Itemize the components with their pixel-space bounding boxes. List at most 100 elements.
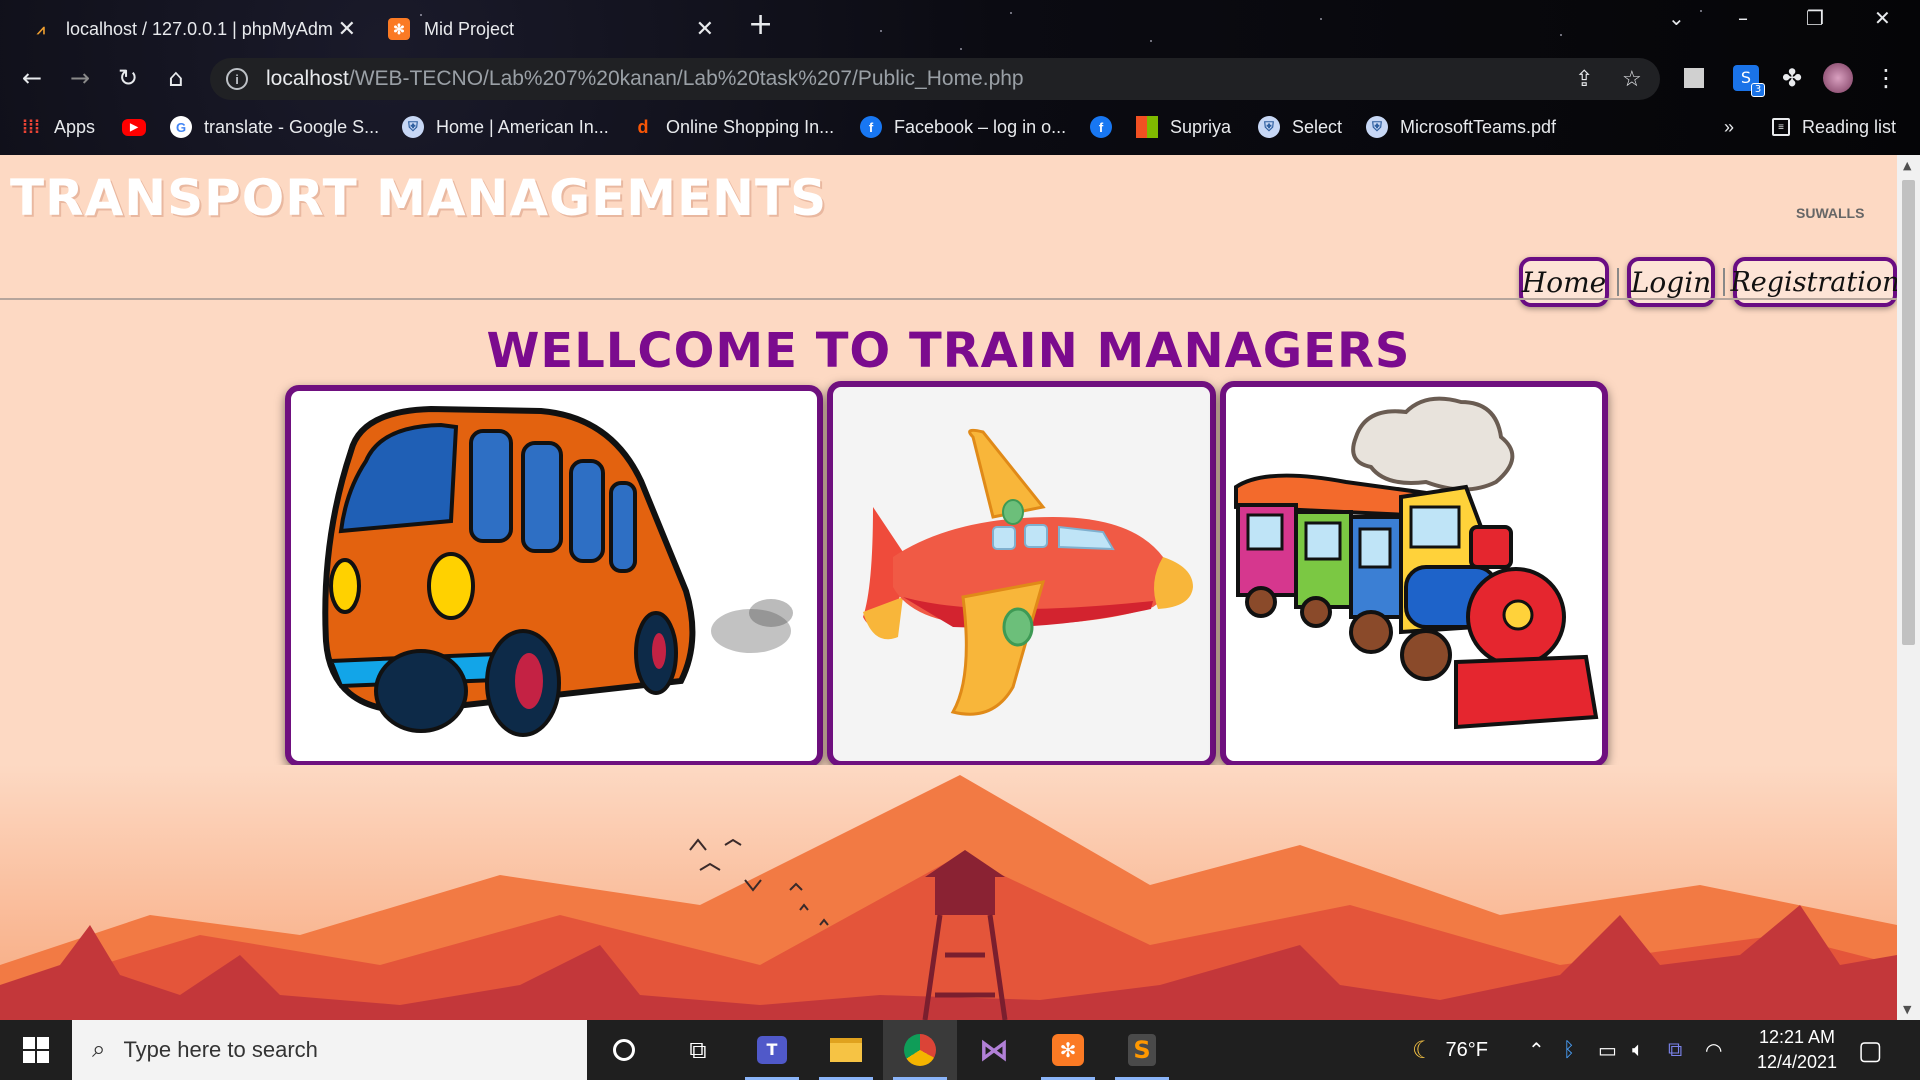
restore-icon[interactable]: ❐ bbox=[1806, 6, 1824, 30]
bookmark-facebook[interactable]: f Facebook – log in o... bbox=[860, 110, 1066, 144]
tab-search-icon[interactable]: ⌄ bbox=[1668, 6, 1685, 30]
extension-square-icon[interactable] bbox=[1674, 56, 1714, 100]
watermark-text: SUWALLS bbox=[1796, 205, 1865, 221]
info-icon[interactable]: i bbox=[226, 68, 248, 90]
search-placeholder: Type here to search bbox=[123, 1037, 318, 1062]
airplane-illustration bbox=[863, 428, 1193, 716]
site-title: TRANSPORT MANAGEMENTS bbox=[10, 169, 828, 227]
microsoft-icon bbox=[1136, 116, 1158, 138]
share-icon[interactable]: ⇪ bbox=[1575, 66, 1593, 92]
bookmark-label: translate - Google S... bbox=[204, 116, 380, 137]
bookmark-label: Apps bbox=[54, 116, 96, 137]
browser-chrome: ⩘ localhost / 127.0.0.1 | phpMyAdm ✕ ✻ M… bbox=[0, 0, 1920, 155]
clock-date: 12/4/2021 bbox=[1756, 1052, 1838, 1072]
profile-avatar[interactable] bbox=[1818, 56, 1858, 100]
close-window-icon[interactable]: ✕ bbox=[1874, 6, 1891, 30]
new-tab-button[interactable]: + bbox=[748, 8, 773, 42]
bookmark-select[interactable]: ⛨ Select bbox=[1258, 110, 1342, 144]
bookmark-american[interactable]: ⛨ Home | American In... bbox=[402, 110, 609, 144]
reload-icon[interactable]: ↻ bbox=[108, 56, 148, 100]
home-icon[interactable]: ⌂ bbox=[156, 56, 196, 100]
daraz-icon: d bbox=[637, 116, 649, 137]
cortana-icon[interactable] bbox=[587, 1020, 661, 1080]
windows-logo-icon bbox=[23, 1037, 49, 1063]
more-bookmarks-button[interactable]: » bbox=[1724, 110, 1734, 144]
show-hidden-icons-icon[interactable]: ⌃ bbox=[1528, 1020, 1545, 1080]
task-view-icon[interactable]: ⧉ bbox=[661, 1020, 735, 1080]
close-tab-icon[interactable]: ✕ bbox=[338, 16, 356, 42]
header-divider bbox=[0, 298, 1897, 300]
bookmark-label: Facebook – log in o... bbox=[894, 116, 1067, 137]
forward-arrow-icon[interactable]: → bbox=[60, 56, 100, 100]
bookmark-youtube[interactable]: ▶ bbox=[122, 110, 158, 144]
weather-widget[interactable]: ☾ 76°F bbox=[1412, 1020, 1488, 1080]
phpmyadmin-icon: ⩘ bbox=[37, 20, 45, 37]
reading-list-button[interactable]: ≡ Reading list bbox=[1772, 110, 1896, 144]
start-button[interactable] bbox=[0, 1020, 72, 1080]
extension-badge-count: 3 bbox=[1751, 83, 1765, 97]
bus-card[interactable]: dreamstime bbox=[285, 385, 823, 767]
extension-badge-icon[interactable]: S3 bbox=[1726, 56, 1766, 100]
bookmark-facebook-2[interactable]: f bbox=[1090, 110, 1124, 144]
file-explorer-icon[interactable] bbox=[809, 1020, 883, 1080]
bookmark-star-icon[interactable]: ☆ bbox=[1622, 66, 1642, 92]
xampp-icon[interactable]: ✻ bbox=[1031, 1020, 1105, 1080]
chrome-icon[interactable] bbox=[883, 1020, 957, 1080]
shield-icon: ⛨ bbox=[402, 116, 424, 138]
sublime-icon[interactable]: S bbox=[1105, 1020, 1179, 1080]
bookmark-supriya[interactable]: Supriya bbox=[1136, 110, 1231, 144]
bookmarks-bar: ⁞⁞⁞ Apps ▶ G translate - Google S... ⛨ H… bbox=[0, 110, 1920, 144]
extensions-puzzle-icon[interactable]: ✤ bbox=[1772, 56, 1812, 100]
menu-kebab-icon[interactable]: ⋮ bbox=[1866, 56, 1906, 100]
teams-tray-icon[interactable]: ⧉ bbox=[1668, 1020, 1682, 1080]
minimize-icon[interactable]: – bbox=[1738, 6, 1748, 30]
train-illustration bbox=[1234, 396, 1599, 730]
system-clock[interactable]: 12:21 AM 12/4/2021 bbox=[1742, 1025, 1852, 1075]
youtube-icon: ▶ bbox=[122, 118, 146, 136]
search-icon: ⌕ bbox=[92, 1036, 106, 1063]
mountain-landscape-background bbox=[0, 765, 1897, 1020]
apps-grid-icon: ⁞⁞⁞ bbox=[22, 116, 40, 137]
reading-list-icon: ≡ bbox=[1772, 118, 1790, 136]
facebook-icon: f bbox=[1090, 116, 1112, 138]
scrollbar-thumb[interactable] bbox=[1902, 180, 1915, 645]
tab-mid-project[interactable]: ✻ Mid Project ✕ bbox=[374, 8, 724, 50]
battery-icon[interactable]: ▭ bbox=[1598, 1020, 1617, 1080]
google-icon: G bbox=[170, 116, 192, 138]
bookmark-label: Select bbox=[1292, 116, 1343, 137]
bookmark-daraz[interactable]: d Online Shopping In... bbox=[632, 110, 835, 144]
weather-temp: 76°F bbox=[1445, 1038, 1488, 1061]
bookmark-label: Supriya bbox=[1170, 116, 1232, 137]
reading-list-label: Reading list bbox=[1802, 116, 1897, 137]
bookmark-label: Online Shopping In... bbox=[666, 116, 835, 137]
bookmark-translate[interactable]: G translate - Google S... bbox=[170, 110, 379, 144]
welcome-heading: WELLCOME TO TRAIN MANAGERS bbox=[486, 323, 1411, 379]
shield-icon: ⛨ bbox=[1366, 116, 1388, 138]
address-bar[interactable]: i localhost/WEB-TECNO/Lab%207%20kanan/La… bbox=[210, 58, 1660, 100]
bookmark-teams-pdf[interactable]: ⛨ MicrosoftTeams.pdf bbox=[1366, 110, 1556, 144]
scroll-up-icon[interactable]: ▲ bbox=[1903, 159, 1911, 172]
browser-toolbar: ← → ↻ ⌂ i localhost/WEB-TECNO/Lab%207%20… bbox=[0, 56, 1920, 100]
visual-studio-icon[interactable]: ⋈ bbox=[957, 1020, 1031, 1080]
close-tab-icon[interactable]: ✕ bbox=[696, 16, 714, 42]
main-nav: Home Login Registration bbox=[1519, 256, 1897, 308]
xampp-icon: ✻ bbox=[388, 18, 410, 40]
volume-icon[interactable]: 🔈︎ bbox=[1632, 1020, 1644, 1080]
moon-cloud-icon: ☾ bbox=[1412, 1036, 1434, 1064]
teams-icon[interactable]: T bbox=[735, 1020, 809, 1080]
tab-title: Mid Project bbox=[424, 18, 515, 39]
airplane-card[interactable] bbox=[827, 381, 1216, 767]
wifi-icon[interactable]: ◠ bbox=[1705, 1020, 1722, 1080]
train-card[interactable] bbox=[1220, 381, 1608, 767]
tab-phpmyadmin[interactable]: ⩘ localhost / 127.0.0.1 | phpMyAdm ✕ bbox=[16, 8, 366, 50]
back-arrow-icon[interactable]: ← bbox=[12, 56, 52, 100]
shield-icon: ⛨ bbox=[1258, 116, 1280, 138]
notification-center-icon[interactable]: ▢ bbox=[1858, 1020, 1883, 1080]
tab-title: localhost / 127.0.0.1 | phpMyAdm bbox=[66, 18, 333, 39]
vertical-scrollbar[interactable]: ▲ ▼ bbox=[1897, 155, 1920, 1020]
taskbar-search-box[interactable]: ⌕ Type here to search bbox=[72, 1020, 587, 1080]
bluetooth-icon[interactable]: ᛒ bbox=[1563, 1020, 1575, 1080]
scroll-down-icon[interactable]: ▼ bbox=[1903, 1003, 1911, 1016]
url-path: /WEB-TECNO/Lab%207%20kanan/Lab%20task%20… bbox=[348, 67, 1024, 90]
bookmark-apps[interactable]: ⁞⁞⁞ Apps bbox=[20, 110, 95, 144]
